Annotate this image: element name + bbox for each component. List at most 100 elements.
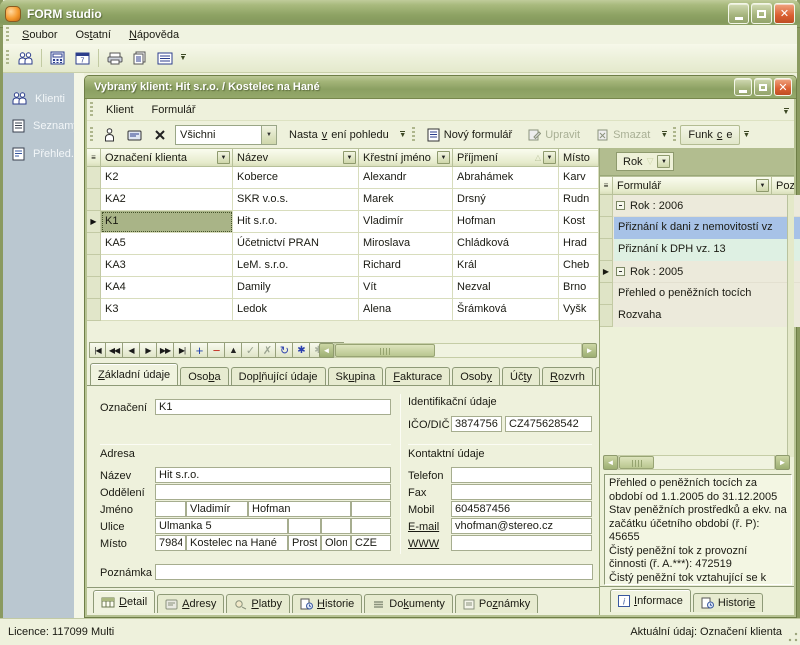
- scroll-left-icon[interactable]: ◄: [603, 455, 618, 470]
- oddeleni-field[interactable]: [155, 484, 391, 500]
- tab-doplnujici-udaje[interactable]: Doplňující údaje: [231, 367, 326, 386]
- nav-next-button[interactable]: ▶: [140, 342, 157, 358]
- cell[interactable]: Karv: [559, 167, 599, 189]
- column-header-formular[interactable]: Formulář▼: [613, 176, 772, 195]
- cell[interactable]: Nezval: [453, 277, 559, 299]
- cell[interactable]: Hofman: [453, 211, 559, 233]
- cell[interactable]: KA2: [101, 189, 233, 211]
- row-selector[interactable]: [87, 277, 101, 299]
- functions-button[interactable]: Funkce: [680, 125, 740, 145]
- stat-field[interactable]: [351, 535, 391, 551]
- fax-field[interactable]: [451, 484, 592, 500]
- column-header-oznaceni-klienta[interactable]: Označení klienta▼: [101, 148, 233, 167]
- tab-historie[interactable]: Historie: [693, 593, 763, 612]
- tab-osoba[interactable]: Osoba: [180, 367, 228, 386]
- scroll-thumb[interactable]: [619, 456, 654, 469]
- view-settings-button[interactable]: Nastavení pohledu: [281, 125, 397, 145]
- delete-button[interactable]: Smazat: [588, 125, 658, 145]
- row-selector[interactable]: [87, 233, 101, 255]
- cell[interactable]: Šrámková: [453, 299, 559, 321]
- calculator-button[interactable]: [45, 47, 70, 69]
- tab-historie[interactable]: Historie: [292, 594, 362, 613]
- tab-dokumenty[interactable]: Dokumenty: [364, 594, 453, 613]
- nav-next-page-button[interactable]: ▶▶: [157, 342, 174, 358]
- chevron-down-icon[interactable]: ▼: [543, 151, 556, 164]
- cislo3-field[interactable]: [351, 518, 391, 534]
- nav-prior-page-button[interactable]: ◀◀: [106, 342, 123, 358]
- nav-insert-button[interactable]: +: [191, 342, 208, 358]
- tree-group-rok-2005[interactable]: ▶Rok : 2005: [600, 261, 800, 283]
- scroll-right-icon[interactable]: ►: [582, 343, 597, 358]
- card-button[interactable]: [122, 124, 147, 146]
- nav-edit-button[interactable]: ▲: [225, 342, 242, 358]
- client-row-ka3[interactable]: KA3LeM. s.r.o.RichardKrálCheb: [87, 255, 599, 277]
- resize-grip[interactable]: [788, 632, 798, 642]
- toolbar-overflow-button[interactable]: ▼: [658, 125, 670, 145]
- cell[interactable]: Brno: [559, 277, 599, 299]
- scroll-right-icon[interactable]: ►: [775, 455, 790, 470]
- sidebar-item-klienti[interactable]: Klienti: [3, 85, 74, 112]
- cell[interactable]: Hit s.r.o.: [233, 211, 359, 233]
- column-header-nazev[interactable]: Název▼: [233, 148, 359, 167]
- menu-soubor[interactable]: Soubor: [13, 27, 66, 43]
- ico-field[interactable]: [451, 416, 502, 432]
- cell[interactable]: K1: [101, 211, 233, 233]
- chevron-down-icon[interactable]: ▼: [756, 179, 769, 192]
- cell[interactable]: SKR v.o.s.: [233, 189, 359, 211]
- nav-last-button[interactable]: ▶|: [174, 342, 191, 358]
- nav-first-button[interactable]: |◀: [89, 342, 106, 358]
- client-row-ka4[interactable]: KA4DamilyVítNezvalBrno: [87, 277, 599, 299]
- person-button[interactable]: [97, 124, 122, 146]
- title-field[interactable]: [155, 501, 186, 517]
- sidebar-item-prehled[interactable]: Přehled...: [3, 140, 74, 168]
- row-selector[interactable]: [600, 217, 613, 239]
- ulice-field[interactable]: [155, 518, 288, 534]
- calendar-button[interactable]: 7: [70, 47, 95, 69]
- nav-refresh-button[interactable]: ↻: [276, 342, 293, 358]
- cell[interactable]: Rudn: [559, 189, 599, 211]
- cell[interactable]: Cheb: [559, 255, 599, 277]
- clients-button[interactable]: [13, 47, 38, 69]
- cell[interactable]: KA3: [101, 255, 233, 277]
- cell[interactable]: Hrad: [559, 233, 599, 255]
- column-header-misto[interactable]: Místo: [559, 148, 599, 167]
- sidebar-splitter[interactable]: [74, 73, 84, 618]
- cell[interactable]: Účetnictví PRAN: [233, 233, 359, 255]
- client-row-ka2[interactable]: KA2SKR v.o.s.MarekDrsnýRudn: [87, 189, 599, 211]
- cell[interactable]: KA5: [101, 233, 233, 255]
- menu-klient[interactable]: Klient: [97, 102, 143, 118]
- toolbar-overflow-button[interactable]: ▼: [740, 125, 752, 145]
- psc-field[interactable]: [155, 535, 186, 551]
- tab-adresy[interactable]: Adresy: [157, 594, 224, 613]
- edit-button[interactable]: Upravit: [520, 125, 588, 145]
- scroll-left-icon[interactable]: ◄: [319, 343, 334, 358]
- okres-field[interactable]: [288, 535, 321, 551]
- row-selector[interactable]: [600, 239, 613, 261]
- row-selector[interactable]: [600, 283, 613, 305]
- nav-prior-button[interactable]: ◀: [123, 342, 140, 358]
- tab-skupina[interactable]: Skupina: [328, 367, 384, 386]
- group-by-rok-button[interactable]: Rok ▽ ▼: [616, 152, 674, 171]
- client-row-k2[interactable]: K2KoberceAlexandrAbrahámekKarv: [87, 167, 599, 189]
- tree-group-rok-2006[interactable]: Rok : 2006: [600, 195, 800, 217]
- row-selector[interactable]: [87, 189, 101, 211]
- cislo-field[interactable]: [288, 518, 321, 534]
- collapse-icon[interactable]: [616, 267, 625, 276]
- cislo2-field[interactable]: [321, 518, 351, 534]
- cell[interactable]: Koberce: [233, 167, 359, 189]
- new-form-button[interactable]: Nový formulář: [419, 125, 520, 145]
- nazev-field[interactable]: [155, 467, 391, 483]
- cell[interactable]: Alexandr: [359, 167, 453, 189]
- close-button[interactable]: ✕: [774, 3, 795, 24]
- kraj-field[interactable]: [321, 535, 351, 551]
- cell[interactable]: Drsný: [453, 189, 559, 211]
- misto-field[interactable]: [186, 535, 288, 551]
- chevron-down-icon[interactable]: ▼: [261, 126, 276, 144]
- tree-item-priznani-k-dph-vz-13[interactable]: Přiznání k DPH vz. 13: [600, 239, 800, 261]
- row-selector[interactable]: [87, 255, 101, 277]
- client-row-k3[interactable]: K3LedokAlenaŠrámkováVyšk: [87, 299, 599, 321]
- menu-formular[interactable]: Formulář: [143, 102, 205, 118]
- menu-overflow-button[interactable]: ▼: [780, 102, 792, 122]
- www-link[interactable]: WWW: [408, 536, 439, 552]
- nav-search-button[interactable]: ✱: [293, 342, 310, 358]
